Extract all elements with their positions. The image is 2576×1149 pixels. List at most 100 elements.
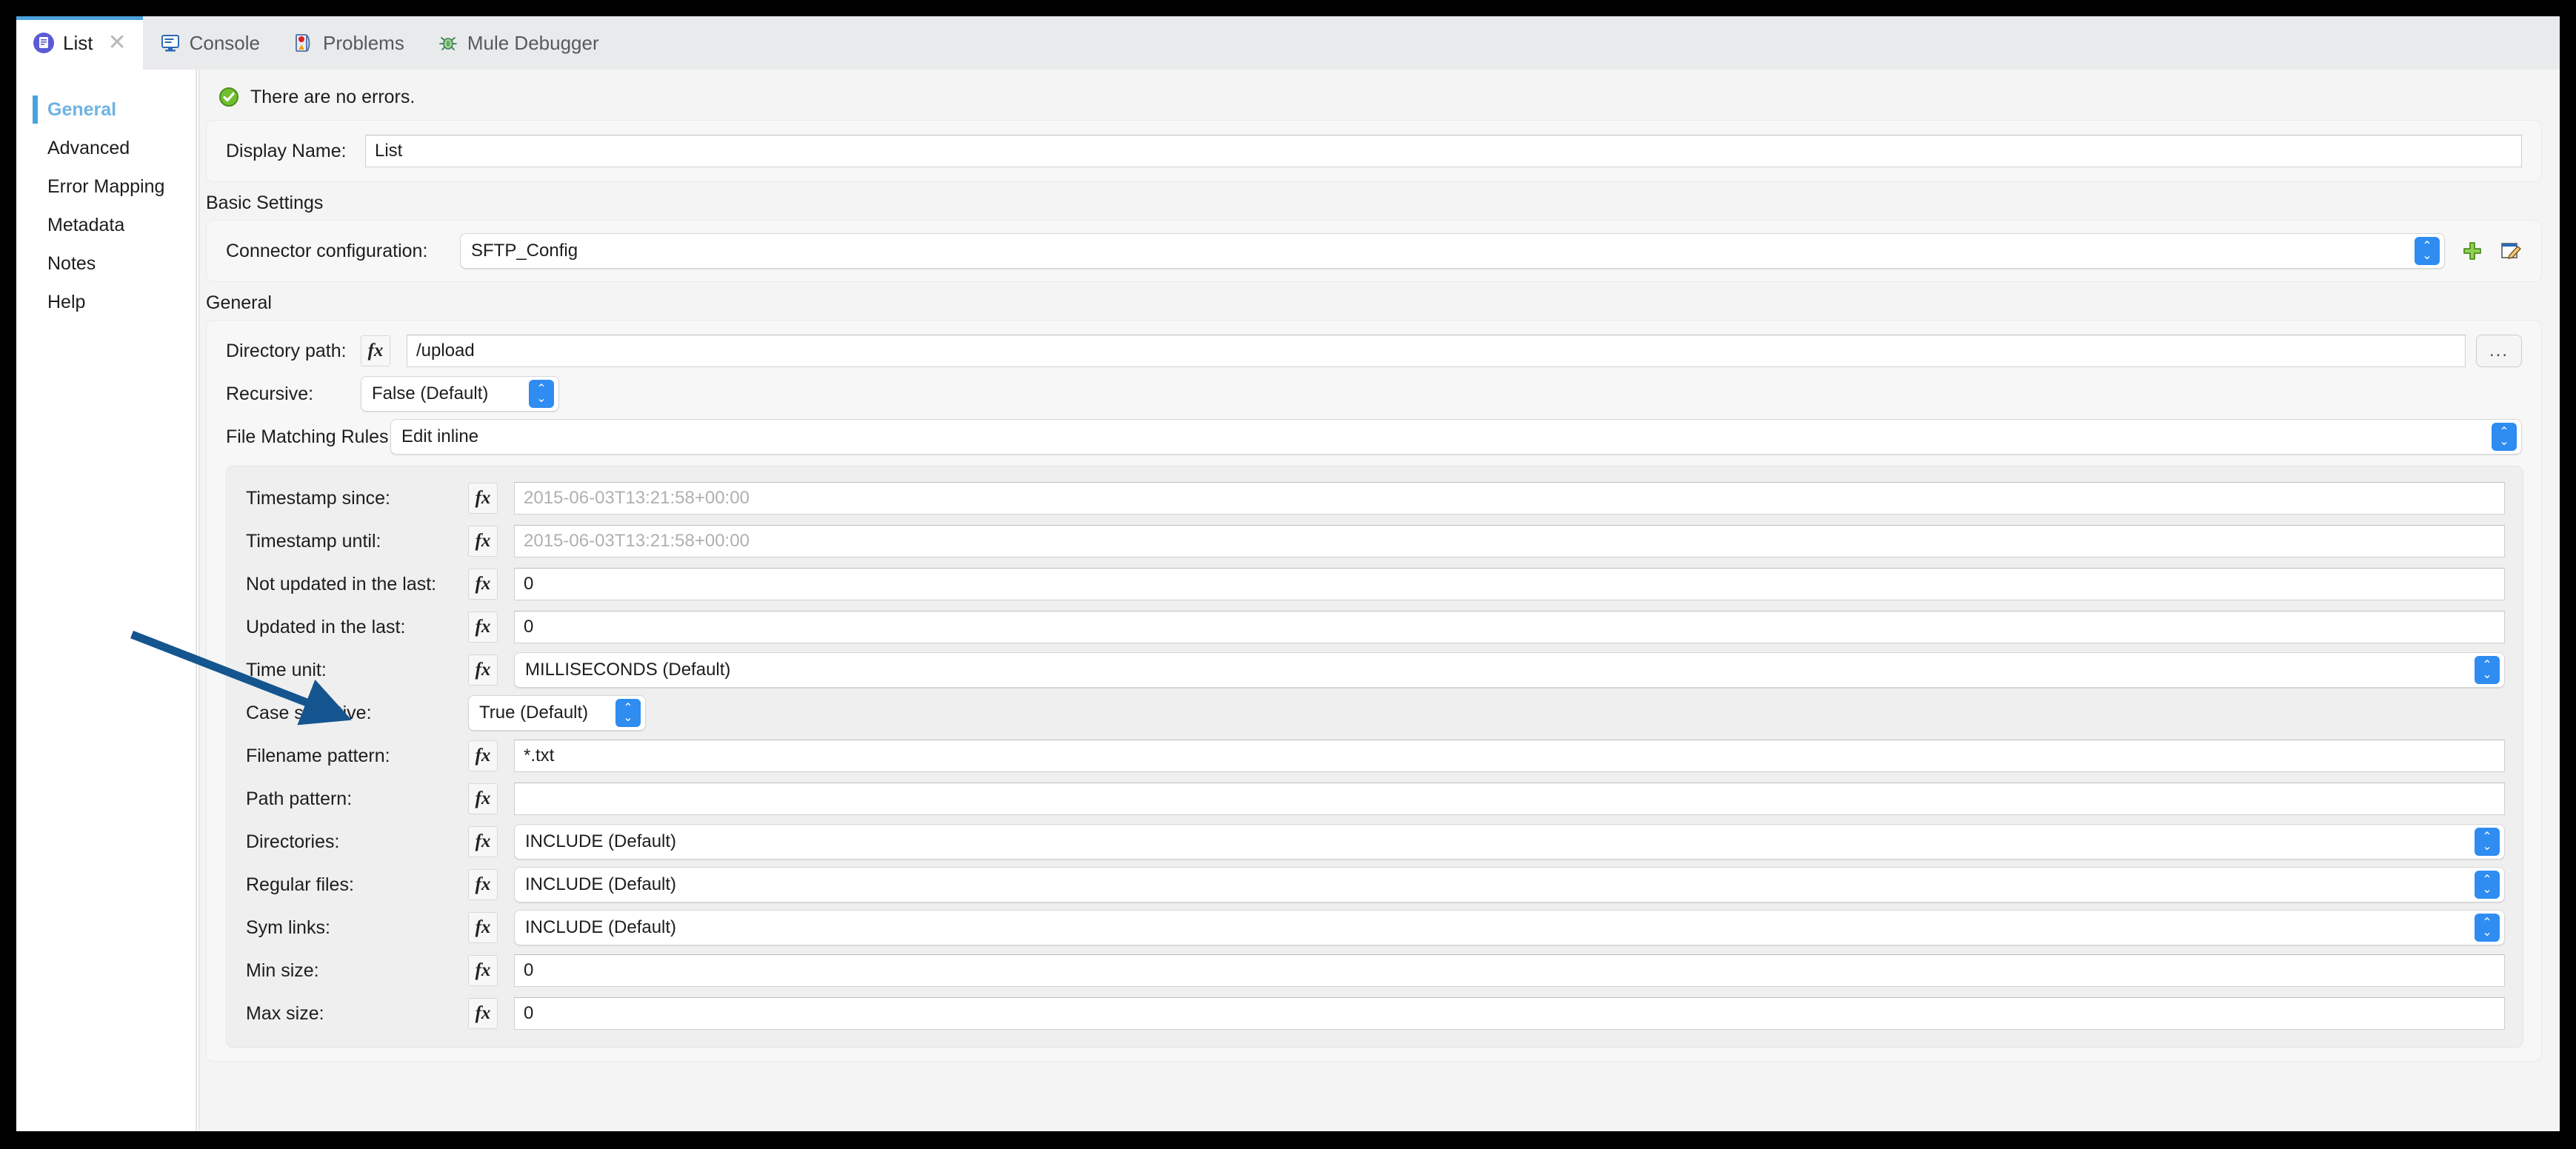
tab-list[interactable]: List ✕ <box>16 16 143 70</box>
sftp-list-icon <box>33 32 55 54</box>
rule-label: Regular files: <box>246 874 354 895</box>
directory-path-label: Directory path: <box>226 340 347 361</box>
fx-button[interactable]: fx <box>361 335 390 366</box>
basic-settings-panel: Connector configuration: SFTP_Config ⌃ ⌄ <box>206 220 2542 282</box>
file-matching-rules-row: File Matching Rules Edit inline ⌃ ⌄ <box>207 415 2541 458</box>
rule-row-max-size: Max size: fx 0 <box>227 992 2523 1035</box>
file-matching-rules-label: File Matching Rules <box>226 426 389 447</box>
close-icon[interactable]: ✕ <box>107 32 126 54</box>
tab-label: Problems <box>323 31 404 54</box>
recursive-label: Recursive: <box>226 383 314 404</box>
rule-row-time-unit: Time unit: fx MILLISECONDS (Default) ⌃ ⌄ <box>227 649 2523 691</box>
display-name-label: Display Name: <box>226 140 347 161</box>
sidebar-item-help[interactable]: Help <box>16 283 196 321</box>
path-pattern-input[interactable] <box>514 783 2505 815</box>
rule-label: Timestamp until: <box>246 530 381 552</box>
chevron-updown-icon[interactable]: ⌃ ⌄ <box>2475 828 2500 856</box>
fx-button[interactable]: fx <box>468 955 498 986</box>
fx-button[interactable]: fx <box>468 483 498 514</box>
sidebar-item-label: Notes <box>47 252 96 274</box>
tab-problems[interactable]: Problems <box>276 16 421 70</box>
sidebar-item-advanced[interactable]: Advanced <box>16 129 196 167</box>
rule-row-filename-pattern: Filename pattern: fx *.txt <box>227 734 2523 777</box>
rule-label: Min size: <box>246 959 319 981</box>
fx-button[interactable]: fx <box>468 612 498 643</box>
case-sensitive-select[interactable]: True (Default) ⌃ ⌄ <box>468 695 646 731</box>
chevron-updown-icon[interactable]: ⌃ ⌄ <box>2492 423 2517 451</box>
display-name-panel: Display Name: List <box>206 120 2542 182</box>
sidebar-item-general[interactable]: General <box>16 90 196 129</box>
tab-label: List <box>63 31 93 54</box>
display-name-row: Display Name: List <box>207 130 2541 172</box>
chevron-updown-icon[interactable]: ⌃ ⌄ <box>2415 237 2440 265</box>
recursive-select[interactable]: False (Default) ⌃ ⌄ <box>361 376 559 412</box>
rule-row-min-size: Min size: fx 0 <box>227 949 2523 992</box>
rule-label: Updated in the last: <box>246 616 406 637</box>
connector-configuration-row: Connector configuration: SFTP_Config ⌃ ⌄ <box>207 230 2541 272</box>
screen: List ✕ Console Problems Mule Debugger Ge… <box>0 0 2576 1149</box>
bug-icon <box>437 32 459 54</box>
chevron-updown-icon[interactable]: ⌃ ⌄ <box>615 699 641 727</box>
rule-label: Max size: <box>246 1002 324 1024</box>
chevron-updown-icon[interactable]: ⌃ ⌄ <box>529 380 554 408</box>
browse-button[interactable]: ... <box>2476 335 2522 367</box>
rule-row-timestamp-until: Timestamp until: fx 2015-06-03T13:21:58+… <box>227 520 2523 563</box>
recursive-row: Recursive: False (Default) ⌃ ⌄ <box>207 372 2541 415</box>
problems-icon <box>293 32 315 54</box>
not-updated-in-the-last-input[interactable]: 0 <box>514 568 2505 600</box>
settings-main-panel: There are no errors. Display Name: List … <box>198 70 2560 1131</box>
file-matching-rules-select[interactable]: Edit inline ⌃ ⌄ <box>390 419 2522 455</box>
time-unit-select[interactable]: MILLISECONDS (Default) ⌃ ⌄ <box>514 652 2505 688</box>
rule-label: Path pattern: <box>246 788 353 809</box>
chevron-updown-icon[interactable]: ⌃ ⌄ <box>2475 914 2500 942</box>
rule-label: Directories: <box>246 831 340 852</box>
connector-configuration-label: Connector configuration: <box>226 240 428 261</box>
fx-button[interactable]: fx <box>468 912 498 943</box>
tab-label: Mule Debugger <box>467 31 599 54</box>
rule-label: Sym links: <box>246 917 330 938</box>
fx-button[interactable]: fx <box>468 869 498 900</box>
fx-button[interactable]: fx <box>468 526 498 557</box>
sym-links-select[interactable]: INCLUDE (Default) ⌃ ⌄ <box>514 910 2505 945</box>
fx-button[interactable]: fx <box>468 654 498 686</box>
sidebar-item-notes[interactable]: Notes <box>16 244 196 283</box>
fx-button[interactable]: fx <box>468 998 498 1029</box>
directories-select[interactable]: INCLUDE (Default) ⌃ ⌄ <box>514 824 2505 860</box>
rule-row-path-pattern: Path pattern: fx <box>227 777 2523 820</box>
regular-files-select[interactable]: INCLUDE (Default) ⌃ ⌄ <box>514 867 2505 902</box>
min-size-input[interactable]: 0 <box>514 954 2505 987</box>
sym-links-value: INCLUDE (Default) <box>525 917 677 937</box>
sidebar-item-label: Help <box>47 291 86 312</box>
chevron-updown-icon[interactable]: ⌃ ⌄ <box>2475 656 2500 684</box>
fx-button[interactable]: fx <box>468 569 498 600</box>
tab-mule-debugger[interactable]: Mule Debugger <box>421 16 615 70</box>
file-matching-rules-value: Edit inline <box>401 426 479 446</box>
rule-label: Case sensitive: <box>246 702 372 723</box>
directory-path-input[interactable]: /upload <box>407 335 2466 367</box>
rule-label: Filename pattern: <box>246 745 390 766</box>
plus-icon[interactable] <box>2461 240 2483 262</box>
sidebar-item-error-mapping[interactable]: Error Mapping <box>16 167 196 206</box>
filename-pattern-input[interactable]: *.txt <box>514 740 2505 772</box>
sidebar-item-label: Advanced <box>47 137 130 158</box>
directory-path-row: Directory path: fx /upload ... <box>207 329 2541 372</box>
sidebar-item-label: Error Mapping <box>47 175 165 197</box>
connector-configuration-select[interactable]: SFTP_Config ⌃ ⌄ <box>460 233 2445 269</box>
edit-icon[interactable] <box>2500 240 2522 262</box>
time-unit-value: MILLISECONDS (Default) <box>525 660 731 680</box>
status-message: There are no errors. <box>250 86 416 107</box>
display-name-input[interactable]: List <box>365 135 2522 167</box>
rule-row-sym-links: Sym links: fx INCLUDE (Default) ⌃ ⌄ <box>227 906 2523 949</box>
updated-in-the-last-input[interactable]: 0 <box>514 611 2505 643</box>
chevron-updown-icon[interactable]: ⌃ ⌄ <box>2475 871 2500 899</box>
timestamp-since-input[interactable]: 2015-06-03T13:21:58+00:00 <box>514 482 2505 515</box>
tab-console[interactable]: Console <box>143 16 276 70</box>
max-size-input[interactable]: 0 <box>514 997 2505 1030</box>
sidebar-item-label: Metadata <box>47 214 125 235</box>
fx-button[interactable]: fx <box>468 740 498 771</box>
sidebar-item-metadata[interactable]: Metadata <box>16 206 196 244</box>
fx-button[interactable]: fx <box>468 783 498 814</box>
fx-button[interactable]: fx <box>468 826 498 857</box>
timestamp-until-input[interactable]: 2015-06-03T13:21:58+00:00 <box>514 525 2505 557</box>
rule-label: Time unit: <box>246 659 327 680</box>
